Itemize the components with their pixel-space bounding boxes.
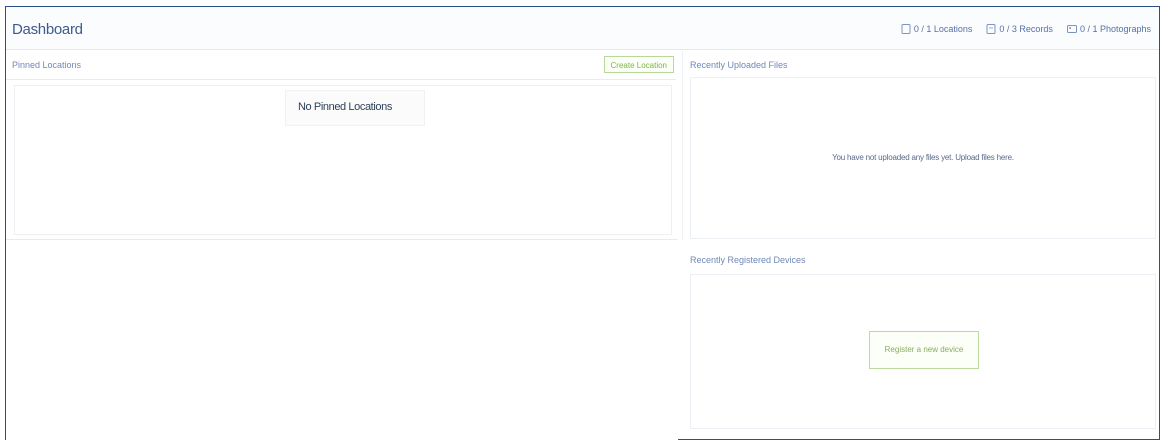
right-column: Recently Uploaded Files You have not upl… <box>690 51 1156 441</box>
recent-devices-title: Recently Registered Devices <box>690 255 806 265</box>
stats-bar: 0 / 1 Locations 0 / 3 Records 0 / 1 Phot… <box>901 24 1151 34</box>
pinned-locations-body: No Pinned Locations <box>14 85 672 235</box>
recent-devices-panel: Recently Registered Devices Register a n… <box>690 246 1156 441</box>
recent-devices-header: Recently Registered Devices <box>690 246 1156 274</box>
stat-locations-label: 0 / 1 Locations <box>913 24 973 34</box>
recent-files-header: Recently Uploaded Files <box>690 51 1156 79</box>
stat-photographs[interactable]: 0 / 1 Photographs <box>1066 24 1151 34</box>
pinned-locations-panel: Pinned Locations Create Location No Pinn… <box>6 51 676 241</box>
photo-icon <box>1066 24 1077 34</box>
empty-state-card: No Pinned Locations <box>285 90 425 126</box>
pinned-locations-header: Pinned Locations Create Location <box>6 51 676 80</box>
column-divider <box>682 51 683 241</box>
recent-files-body: You have not uploaded any files yet. Upl… <box>690 77 1156 239</box>
recent-files-panel: Recently Uploaded Files You have not upl… <box>690 51 1156 241</box>
register-device-label: Register a new device <box>884 345 964 354</box>
location-icon <box>901 24 911 34</box>
register-device-button[interactable]: Register a new device <box>869 331 979 369</box>
stat-records-label: 0 / 3 Records <box>999 24 1053 34</box>
empty-pinned-text: No Pinned Locations <box>298 101 392 113</box>
pinned-locations-title: Pinned Locations <box>12 60 82 70</box>
page-title: Dashboard <box>12 21 83 38</box>
empty-files-text: You have not uploaded any files yet. Upl… <box>832 153 1014 162</box>
dashboard-frame: Dashboard 0 / 1 Locations 0 / 3 Records … <box>5 6 1160 441</box>
stat-locations[interactable]: 0 / 1 Locations <box>901 24 973 34</box>
header-bar: Dashboard 0 / 1 Locations 0 / 3 Records … <box>6 7 1159 50</box>
left-empty-area <box>6 241 678 441</box>
stat-records[interactable]: 0 / 3 Records <box>986 24 1053 34</box>
recent-devices-body: Register a new device <box>690 274 1156 429</box>
record-icon <box>986 24 996 34</box>
stat-photographs-label: 0 / 1 Photographs <box>1079 24 1151 34</box>
recent-files-title: Recently Uploaded Files <box>690 60 788 70</box>
left-divider <box>6 239 678 240</box>
create-location-button[interactable]: Create Location <box>603 56 674 73</box>
